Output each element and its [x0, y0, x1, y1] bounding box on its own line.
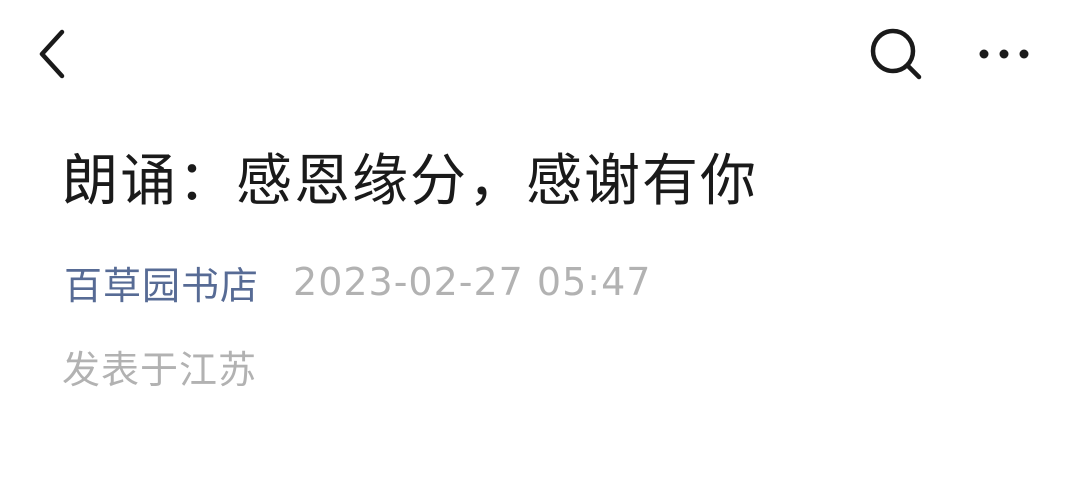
more-icon[interactable]	[974, 30, 1034, 78]
top-navigation-bar	[0, 0, 1080, 108]
publish-location: 发表于江苏	[62, 348, 258, 392]
back-icon[interactable]	[34, 26, 74, 82]
article-title: 朗诵：感恩缘分，感谢有你	[62, 149, 758, 214]
article-meta: 百草园书店 2023-02-27 05:47	[64, 256, 651, 308]
account-name-link[interactable]: 百草园书店	[64, 255, 259, 310]
publish-time: 2023-02-27 05:47	[293, 260, 652, 304]
search-icon[interactable]	[866, 26, 926, 82]
